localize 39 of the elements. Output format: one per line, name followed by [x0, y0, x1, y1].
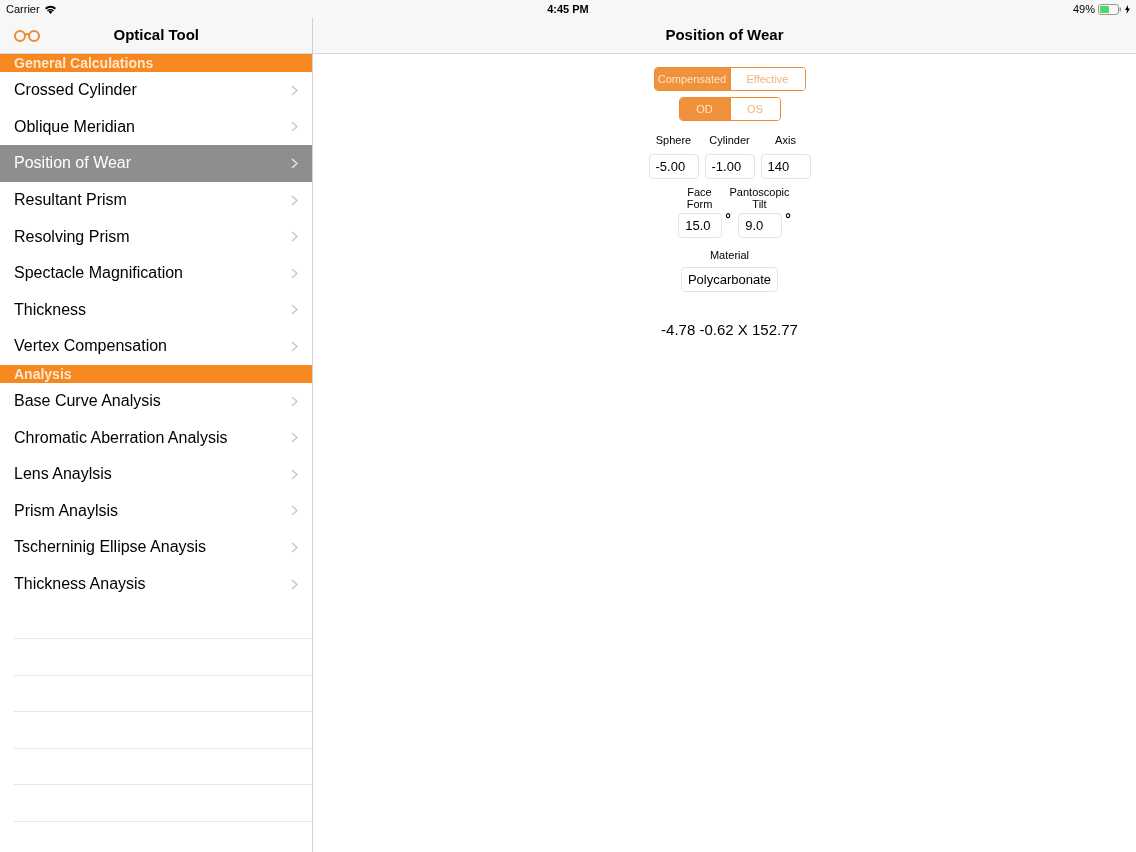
chevron-icon: [291, 84, 298, 96]
chevron-icon: [291, 304, 298, 316]
time-label: 4:45 PM: [547, 1, 589, 17]
chevron-icon: [291, 231, 298, 243]
field-label: Material: [709, 247, 750, 263]
input-field[interactable]: 15.0: [678, 212, 723, 238]
field-label: Axis: [775, 133, 796, 148]
chevron-icon: [291, 578, 298, 590]
glasses-icon[interactable]: [13, 29, 41, 42]
carrier-label: Carrier: [6, 1, 40, 17]
chevron-icon: [291, 432, 298, 444]
chevron-icon: [291, 541, 298, 553]
charging-icon: [1125, 4, 1130, 14]
input-field[interactable]: 140: [760, 153, 811, 179]
input-field[interactable]: 9.0: [738, 212, 783, 238]
sidebar-title: Optical Tool: [113, 25, 200, 46]
degree-sign: °: [725, 212, 731, 225]
chevron-icon: [291, 505, 298, 517]
chevron-icon: [291, 158, 298, 169]
result-text: -4.78 -0.62 X 152.77: [661, 320, 798, 340]
battery-label: 49%: [1072, 1, 1095, 17]
field-label: Cylinder: [709, 133, 750, 148]
degree-sign: °: [785, 212, 791, 225]
section-header: General Calculations: [0, 54, 312, 72]
input-field[interactable]: -1.00: [704, 153, 755, 179]
chevron-icon: [291, 121, 298, 133]
chevron-icon: [291, 395, 298, 407]
wifi-icon: [43, 4, 57, 14]
chevron-icon: [291, 194, 298, 206]
chevron-icon: [291, 468, 298, 480]
page-title: Position of Wear: [665, 25, 784, 46]
input-field[interactable]: -5.00: [648, 153, 699, 179]
field-label: Pantoscopic Tilt: [729, 185, 790, 210]
chevron-icon: [291, 267, 298, 279]
field-label: Sphere: [655, 133, 692, 148]
material-picker[interactable]: Polycarbonate: [680, 267, 779, 292]
field-label: Face Form: [686, 185, 713, 210]
battery-icon: [1098, 3, 1122, 15]
chevron-icon: [291, 340, 298, 352]
